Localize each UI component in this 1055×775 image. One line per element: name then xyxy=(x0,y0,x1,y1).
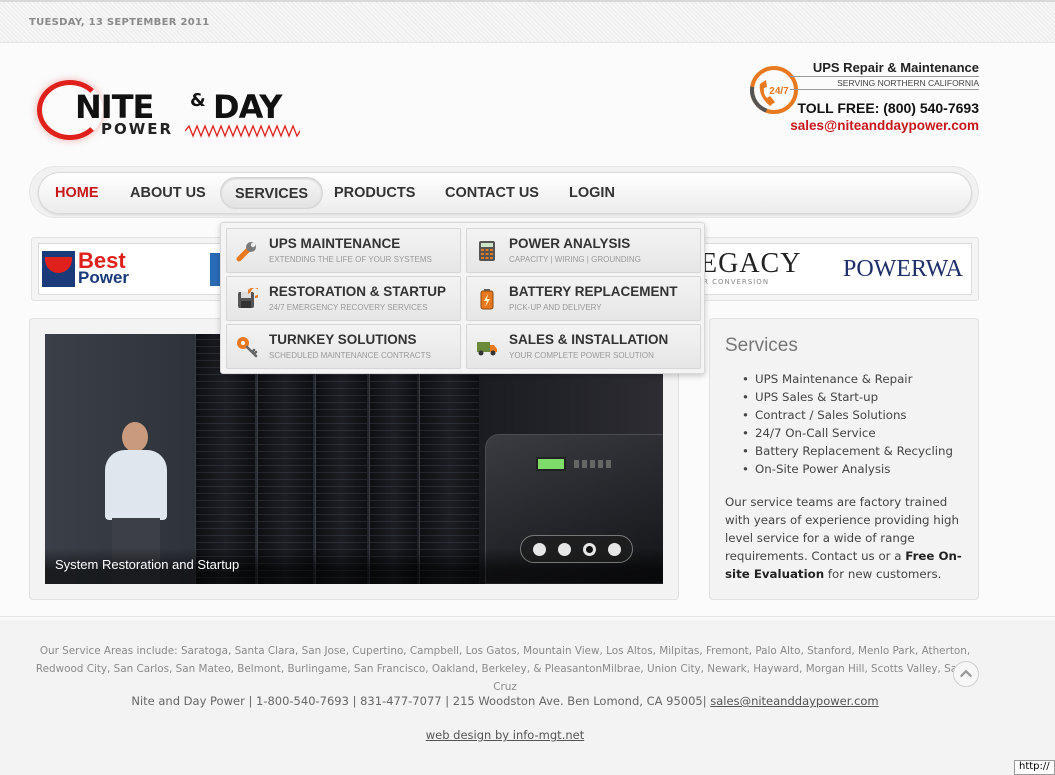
nav-services[interactable]: SERVICES xyxy=(220,177,324,209)
nav-login[interactable]: LOGIN xyxy=(555,177,629,209)
dropdown-item-subtitle: PICK-UP AND DELIVERY xyxy=(509,303,602,312)
toll-free-number[interactable]: TOLL FREE: (800) 540-7693 xyxy=(790,100,979,116)
dropdown-item-title: UPS MAINTENANCE xyxy=(269,236,401,251)
dropdown-item-title: TURNKEY SOLUTIONS xyxy=(269,332,417,347)
truck-icon xyxy=(477,342,497,356)
dropdown-item-subtitle: CAPACITY | WIRING | GROUNDING xyxy=(509,255,641,264)
status-bar-url: http:// xyxy=(1014,760,1055,775)
contact-block: UPS Repair & Maintenance SERVING NORTHER… xyxy=(790,60,979,133)
dropdown-restoration-startup[interactable]: RESTORATION & STARTUP 24/7 EMERGENCY REC… xyxy=(226,276,461,321)
ups-buttons xyxy=(574,460,614,468)
footer-email-link[interactable]: sales@niteanddaypower.com xyxy=(710,694,878,708)
best-power-word2: Power xyxy=(78,268,130,287)
key-icon xyxy=(237,337,258,358)
back-to-top-icon[interactable] xyxy=(953,661,979,687)
date-bar: TUESDAY, 13 SEPTEMBER 2011 xyxy=(0,0,1055,43)
dropdown-turnkey-solutions[interactable]: TURNKEY SOLUTIONS SCHEDULED MAINTENANCE … xyxy=(226,324,461,369)
description-tail: for new customers. xyxy=(824,567,942,581)
list-item: 24/7 On-Call Service xyxy=(740,424,953,442)
dropdown-ups-maintenance[interactable]: UPS MAINTENANCE EXTENDING THE LIFE OF YO… xyxy=(226,228,461,273)
site-logo[interactable]: NITE & DAY POWER xyxy=(35,76,315,146)
footer-address-text: Nite and Day Power | 1-800-540-7693 | 83… xyxy=(131,694,707,708)
logo-power: POWER xyxy=(101,120,174,138)
web-design-credit-link[interactable]: web design by info-mgt.net xyxy=(426,728,584,742)
best-power-flag-icon xyxy=(42,251,75,287)
nav-home[interactable]: HOME xyxy=(41,177,113,209)
dropdown-sales-installation[interactable]: SALES & INSTALLATION YOUR COMPLETE POWER… xyxy=(466,324,701,369)
badge-text: 24/7 xyxy=(769,86,789,97)
list-item: On-Site Power Analysis xyxy=(740,460,953,478)
slide-dot-2[interactable] xyxy=(558,543,571,556)
logo-day: DAY xyxy=(213,88,282,126)
list-item: UPS Sales & Start-up xyxy=(740,388,953,406)
logo-waveform xyxy=(185,124,300,138)
slide-dot-1[interactable] xyxy=(533,543,546,556)
dropdown-item-subtitle: YOUR COMPLETE POWER SOLUTION xyxy=(509,351,654,360)
services-dropdown: UPS MAINTENANCE EXTENDING THE LIFE OF YO… xyxy=(220,222,705,374)
dropdown-item-title: POWER ANALYSIS xyxy=(509,236,631,251)
slide-dot-4[interactable] xyxy=(608,543,621,556)
dropdown-item-subtitle: SCHEDULED MAINTENANCE CONTRACTS xyxy=(269,351,431,360)
nav-about-us[interactable]: ABOUT US xyxy=(116,177,220,209)
service-areas: Our Service Areas include: Saratoga, San… xyxy=(35,645,975,693)
slider-pagination xyxy=(520,535,633,563)
dropdown-battery-replacement[interactable]: BATTERY REPLACEMENT PICK-UP AND DELIVERY xyxy=(466,276,701,321)
slide-dot-3[interactable] xyxy=(583,543,596,556)
best-power-logo[interactable]: Best Power xyxy=(42,248,154,287)
header-email-link[interactable]: sales@niteanddaypower.com xyxy=(790,118,979,133)
battery-icon xyxy=(480,289,494,310)
services-description: Our service teams are factory trained wi… xyxy=(725,493,970,583)
footer-address: Nite and Day Power | 1-800-540-7693 | 83… xyxy=(30,694,980,708)
footer-divider xyxy=(0,616,1055,624)
ups-display xyxy=(536,457,566,471)
legacy-logo[interactable]: EGACY xyxy=(700,248,801,280)
logo-ampersand: & xyxy=(190,90,206,111)
current-date: TUESDAY, 13 SEPTEMBER 2011 xyxy=(29,17,210,28)
dropdown-item-title: RESTORATION & STARTUP xyxy=(269,284,447,299)
dropdown-item-subtitle: EXTENDING THE LIFE OF YOUR SYSTEMS xyxy=(269,255,432,264)
nav-products[interactable]: PRODUCTS xyxy=(320,177,429,209)
dropdown-item-subtitle: 24/7 EMERGENCY RECOVERY SERVICES xyxy=(269,303,428,312)
calculator-icon xyxy=(479,241,495,261)
nav-contact-us[interactable]: CONTACT US xyxy=(431,177,553,209)
list-item: Battery Replacement & Recycling xyxy=(740,442,953,460)
dropdown-power-analysis[interactable]: POWER ANALYSIS CAPACITY | WIRING | GROUN… xyxy=(466,228,701,273)
services-list: UPS Maintenance & Repair UPS Sales & Sta… xyxy=(740,370,953,478)
dropdown-item-title: BATTERY REPLACEMENT xyxy=(509,284,678,299)
legacy-logo-sub: R CONVERSION xyxy=(703,278,770,286)
ups-repair-title: UPS Repair & Maintenance xyxy=(812,60,979,75)
list-item: Contract / Sales Solutions xyxy=(740,406,953,424)
dropdown-item-title: SALES & INSTALLATION xyxy=(509,332,669,347)
wrench-icon xyxy=(236,242,256,262)
slide-caption: System Restoration and Startup xyxy=(55,557,240,572)
restore-disk-icon xyxy=(238,288,258,308)
powerware-logo[interactable]: POWERWA xyxy=(843,256,967,283)
list-item: UPS Maintenance & Repair xyxy=(740,370,953,388)
service-region: SERVING NORTHERN CALIFORNIA xyxy=(790,76,979,90)
footer-credit: web design by info-mgt.net xyxy=(30,728,980,742)
services-title: Services xyxy=(725,335,798,356)
